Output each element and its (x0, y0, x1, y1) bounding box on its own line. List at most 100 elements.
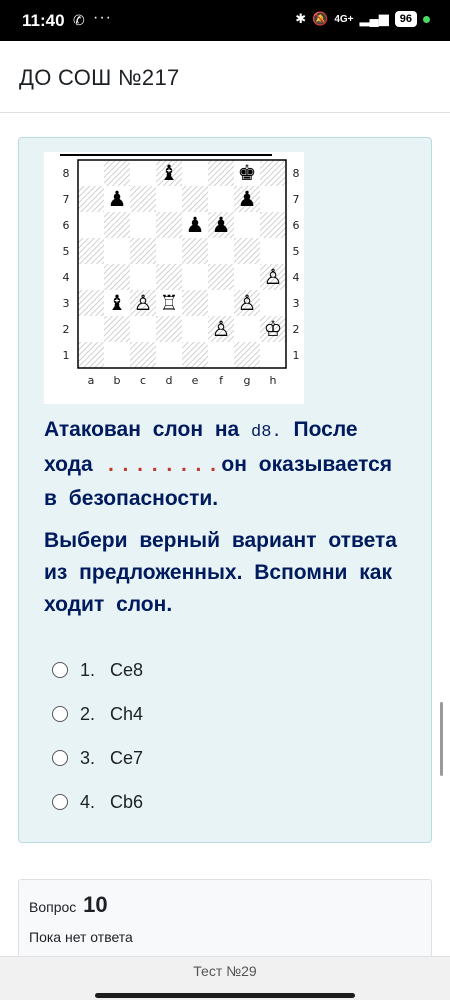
home-indicator[interactable] (95, 993, 355, 998)
board-square-h8 (260, 160, 286, 186)
chess-piece-white-h2: ♔ (264, 317, 283, 341)
rank-label-1-left: 1 (63, 349, 70, 362)
answer-text: Ch4 (110, 703, 144, 724)
board-square-f3 (208, 290, 234, 316)
board-square-d2 (156, 316, 182, 342)
network-label: 4G+ (334, 13, 354, 25)
board-square-e7 (182, 186, 208, 212)
board-square-a1 (78, 342, 104, 368)
chess-piece-black-d8: ♝ (160, 161, 179, 185)
more-notifications-icon: ··· (93, 9, 112, 26)
board-square-c7 (130, 186, 156, 212)
file-label-b: b (114, 374, 121, 387)
answer-blank: ........ (104, 455, 222, 478)
answer-options: 1. Се8 2. Ch4 3. Се7 4. Cb6 (52, 648, 412, 824)
board-square-a6 (78, 212, 104, 238)
rank-label-7-left: 7 (63, 193, 70, 206)
board-square-e5 (182, 238, 208, 264)
file-label-f: f (219, 374, 224, 387)
question-text-1b: После (293, 418, 358, 441)
rank-label-3-right: 3 (293, 297, 300, 310)
board-square-h6 (260, 212, 286, 238)
question-para-2: Выбери верный вариант ответа из предложе… (44, 529, 397, 616)
rank-label-8-left: 8 (63, 167, 70, 180)
question-para-1: Атакован слон на d8. После хода ........… (44, 414, 414, 515)
answer-text: Се7 (110, 747, 144, 768)
answer-text: Се8 (110, 659, 144, 680)
board-square-f1 (208, 342, 234, 368)
status-bar: 11:40 ✆ ··· ✱ 🔕 4G+ ▂▄▆ 96 (0, 0, 450, 41)
question-label: Вопрос 10 (29, 892, 108, 918)
question-text-2a: хода (44, 453, 93, 476)
board-square-f7 (208, 186, 234, 212)
answer-option-2[interactable]: 2. Ch4 (52, 692, 412, 736)
board-square-b5 (104, 238, 130, 264)
chess-piece-black-g8: ♚ (238, 161, 257, 185)
rank-label-6-left: 6 (63, 219, 70, 232)
rank-label-2-right: 2 (293, 323, 300, 336)
board-square-h3 (260, 290, 286, 316)
file-label-h: h (270, 374, 277, 387)
chess-piece-white-h4: ♙ (264, 265, 283, 289)
board-square-f5 (208, 238, 234, 264)
answer-number: 4. (80, 791, 96, 812)
radio-button[interactable] (52, 662, 68, 678)
board-square-c8 (130, 160, 156, 186)
rank-label-7-right: 7 (293, 193, 300, 206)
signal-icon: ▂▄▆ (359, 11, 389, 26)
chess-piece-black-b7: ♟ (108, 187, 127, 211)
answer-option-3[interactable]: 3. Се7 (52, 736, 412, 780)
question-text-2b: он оказывается (221, 453, 393, 476)
question-state: Пока нет ответа (29, 929, 133, 945)
file-label-e: e (192, 374, 199, 387)
board-square-e3 (182, 290, 208, 316)
bluetooth-icon: ✱ (295, 11, 307, 26)
answer-option-1[interactable]: 1. Се8 (52, 648, 412, 692)
board-square-c5 (130, 238, 156, 264)
file-label-g: g (244, 374, 251, 387)
board-square-g6 (234, 212, 260, 238)
question-card: 8877665544332211 abcdefgh ♝ ♚ ♟ ♟ ♟ ♟ ♙ ♝ ♙ ♖ ♙ ♙ ♔ … (18, 137, 432, 843)
question-label-text: Вопрос (29, 899, 77, 915)
answer-number: 3. (80, 747, 96, 768)
board-square-e1 (182, 342, 208, 368)
board-square-e2 (182, 316, 208, 342)
chess-piece-white-g3: ♙ (238, 291, 257, 315)
board-square-a3 (78, 290, 104, 316)
scrollbar[interactable] (440, 702, 443, 776)
radio-button[interactable] (52, 706, 68, 722)
board-square-c2 (130, 316, 156, 342)
chess-piece-white-f2: ♙ (212, 317, 231, 341)
board-square-b1 (104, 342, 130, 368)
board-square-d1 (156, 342, 182, 368)
rank-label-4-right: 4 (293, 271, 300, 284)
radio-button[interactable] (52, 794, 68, 810)
board-square-b8 (104, 160, 130, 186)
chess-board-svg: 8 87 76 65 54 43 32 21 1 abcdefgh ♝ ♚♟ ♟♟ ♟♙♝ ♙ ♖ ♙♙ ♔ (60, 154, 300, 387)
board-square-g5 (234, 238, 260, 264)
chess-board-diagram: 8877665544332211 abcdefgh ♝ ♚ ♟ ♟ ♟ ♟ ♙ ♝ ♙ ♖ ♙ ♙ ♔ (44, 152, 304, 404)
rank-label-5-right: 5 (293, 245, 300, 258)
board-square-a4 (78, 264, 104, 290)
board-square-a5 (78, 238, 104, 264)
file-label-a: a (88, 374, 95, 387)
board-square-c6 (130, 212, 156, 238)
board-square-b2 (104, 316, 130, 342)
board-square-h7 (260, 186, 286, 212)
file-label-d: d (166, 374, 173, 387)
rank-label-6-right: 6 (293, 219, 300, 232)
call-icon: ✆ (73, 12, 85, 28)
board-square-d5 (156, 238, 182, 264)
question-square: d8. (251, 423, 282, 442)
board-square-e8 (182, 160, 208, 186)
question-number: 10 (83, 892, 108, 917)
radio-button[interactable] (52, 750, 68, 766)
chess-piece-white-c3: ♙ (134, 291, 153, 315)
mute-icon: 🔕 (312, 11, 329, 26)
board-square-b6 (104, 212, 130, 238)
privacy-dot-icon (423, 15, 430, 23)
answer-option-4[interactable]: 4. Cb6 (52, 780, 412, 824)
board-square-b4 (104, 264, 130, 290)
status-time: 11:40 (22, 11, 65, 30)
board-square-c4 (130, 264, 156, 290)
